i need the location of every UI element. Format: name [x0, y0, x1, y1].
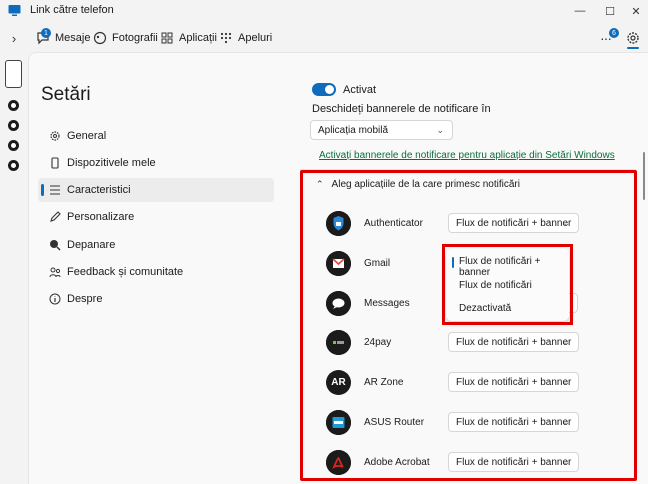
list-icon [49, 184, 61, 196]
sidebar-item-general[interactable]: General [38, 124, 274, 148]
top-navigation: › Mesaje 1 Fotografii Aplicații Apeluri … [0, 24, 648, 52]
people-icon [49, 266, 61, 278]
sidebar-item-my-devices[interactable]: Dispozitivele mele [38, 151, 274, 175]
banner-location-select[interactable]: Aplicația mobilă ⌄ [310, 120, 453, 140]
apps-highlight-box [300, 170, 637, 481]
tab-apps-label: Aplicații [179, 32, 217, 44]
sidebar-item-features[interactable]: Caracteristici [38, 178, 274, 202]
settings-active-indicator [627, 47, 639, 49]
tab-calls-label: Apeluri [238, 32, 273, 44]
chevron-down-icon: ⌄ [436, 125, 444, 135]
gear-icon [49, 130, 61, 142]
close-button[interactable]: ✕ [620, 0, 648, 22]
phone-icon [49, 157, 61, 169]
troubleshoot-icon [49, 239, 61, 251]
rail-app-4-icon[interactable] [8, 160, 19, 171]
minimize-button[interactable]: — [564, 0, 596, 22]
chevron-right-icon: › [11, 30, 17, 46]
sidebar-item-personalization[interactable]: Personalizare [38, 205, 274, 229]
sidebar-item-about[interactable]: Despre [38, 287, 274, 311]
expand-rail-button[interactable]: › [6, 30, 22, 46]
maximize-icon: ☐ [605, 5, 615, 18]
tab-photos-label: Fotografii [112, 32, 158, 44]
sidebar-item-label: Feedback și comunitate [67, 266, 184, 278]
tab-calls[interactable]: Apeluri [219, 29, 272, 47]
windows-settings-link[interactable]: Activați bannerele de notificare pentru … [319, 150, 615, 161]
apps-grid-icon [161, 32, 173, 44]
rail-app-2-icon[interactable] [8, 120, 19, 131]
more-badge: 6 [609, 28, 619, 38]
window-title: Link către telefon [30, 4, 114, 16]
banner-location-label: Deschideți bannerele de notificare în [312, 103, 491, 115]
notifications-toggle[interactable] [312, 83, 336, 96]
close-icon: ✕ [631, 5, 641, 18]
toggle-state-label: Activat [343, 84, 377, 96]
sidebar-item-label: Despre [67, 293, 103, 305]
active-indicator [41, 184, 44, 196]
phone-link-app-icon [8, 5, 21, 16]
tab-messages-label: Mesaje [55, 32, 91, 44]
phone-device-button[interactable] [5, 60, 22, 88]
messages-badge: 1 [41, 28, 51, 38]
title-bar: Link către telefon — ☐ ✕ [0, 0, 648, 22]
device-rail [0, 52, 28, 484]
info-icon [49, 293, 61, 305]
tab-apps[interactable]: Aplicații [160, 29, 217, 47]
minimize-icon: — [574, 5, 586, 17]
sidebar-item-label: Depanare [67, 239, 116, 251]
settings-gear-icon[interactable] [624, 29, 642, 47]
dialpad-icon [220, 32, 232, 44]
sidebar-item-label: Personalizare [67, 211, 135, 223]
sidebar-item-troubleshoot[interactable]: Depanare [38, 233, 274, 257]
page-title: Setări [41, 84, 91, 105]
sidebar-item-label: Caracteristici [67, 184, 131, 196]
pen-icon [49, 211, 61, 223]
rail-app-1-icon[interactable] [8, 100, 19, 111]
photos-icon [93, 31, 107, 45]
banner-location-value: Aplicația mobilă [318, 124, 389, 136]
rail-app-3-icon[interactable] [8, 140, 19, 151]
scrollbar[interactable] [643, 152, 645, 200]
sidebar-item-label: General [67, 130, 107, 142]
sidebar-item-label: Dispozitivele mele [67, 157, 156, 169]
sidebar-item-feedback[interactable]: Feedback și comunitate [38, 260, 274, 284]
tab-photos[interactable]: Fotografii [93, 29, 158, 47]
dropdown-highlight-box [442, 244, 573, 325]
